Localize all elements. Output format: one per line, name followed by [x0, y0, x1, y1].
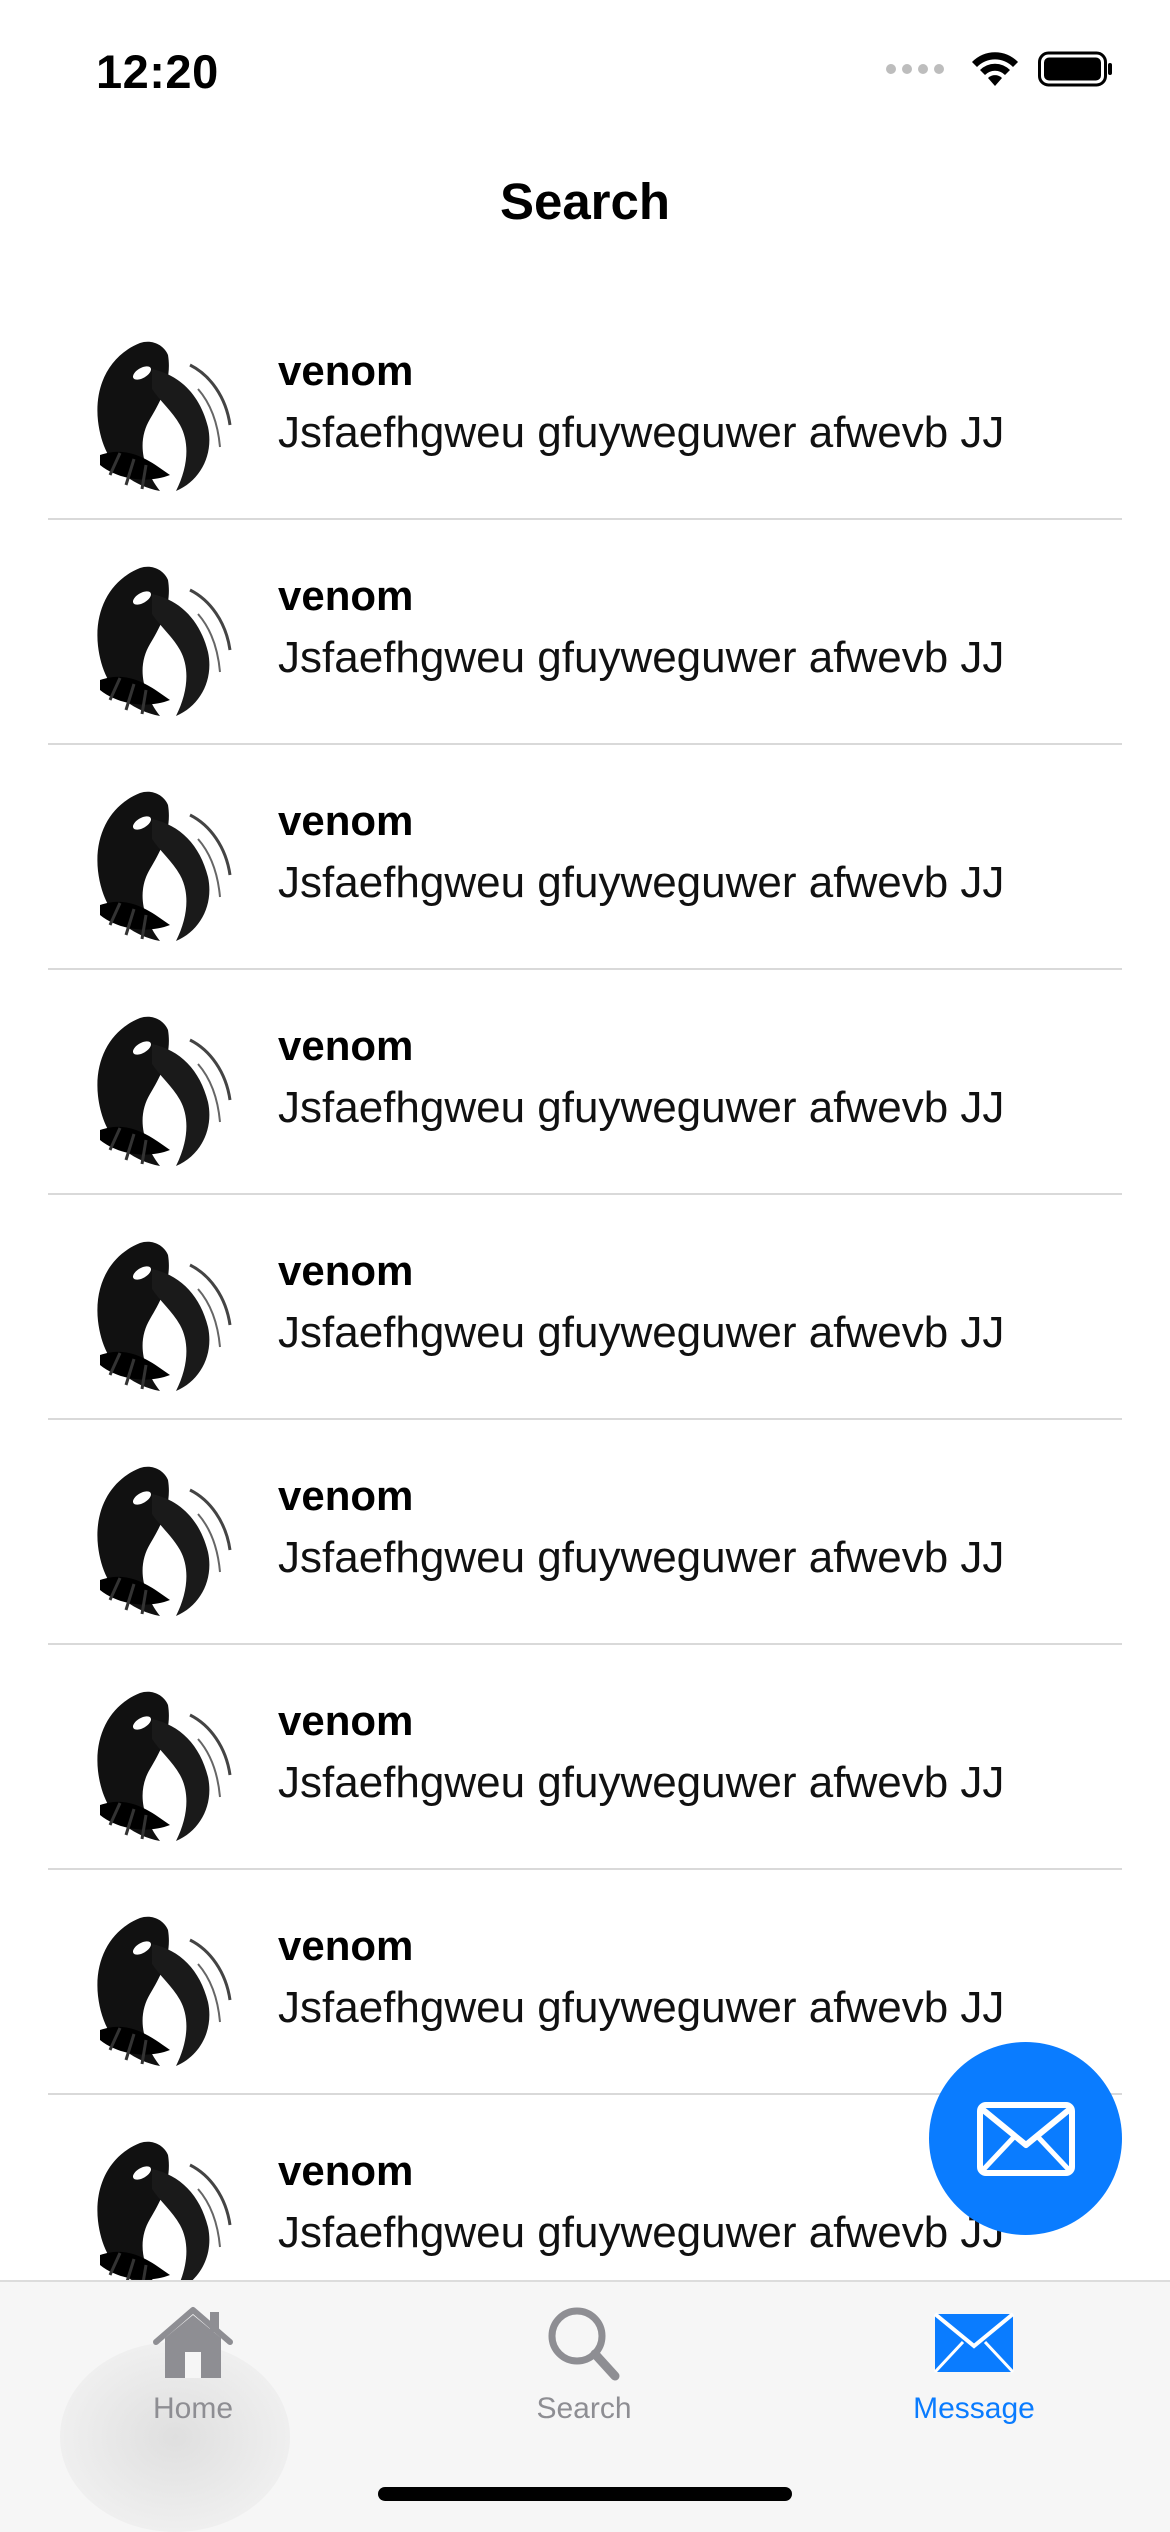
- home-indicator: [378, 2487, 792, 2501]
- avatar: [80, 1685, 240, 1845]
- tab-label: Home: [152, 2392, 234, 2425]
- avatar: [80, 1235, 240, 1395]
- cellular-signal-icon: [886, 64, 944, 74]
- contact-name: venom: [278, 1922, 414, 1969]
- magnifier-icon: [548, 2307, 620, 2381]
- contact-name: venom: [278, 1247, 414, 1294]
- status-icons: [886, 50, 1114, 88]
- avatar: [80, 785, 240, 945]
- tab-message[interactable]: Message: [844, 2302, 1104, 2442]
- wifi-icon: [972, 52, 1018, 86]
- message-preview: Jsfaefhgweu gfuyweguwer afwevb JJ: [278, 2208, 1005, 2257]
- contact-name: venom: [278, 2147, 414, 2194]
- avatar: [80, 560, 240, 720]
- avatar: [80, 1910, 240, 2070]
- message-preview: Jsfaefhgweu gfuyweguwer afwevb JJ: [278, 408, 1005, 457]
- compose-message-button[interactable]: [929, 2042, 1122, 2235]
- list-item[interactable]: venom Jsfaefhgweu gfuyweguwer afwevb JJ: [0, 520, 1170, 745]
- contact-name: venom: [278, 1697, 414, 1744]
- battery-icon: [1038, 51, 1112, 87]
- contact-name: venom: [278, 1022, 414, 1069]
- avatar: [80, 1010, 240, 1170]
- list-item[interactable]: venom Jsfaefhgweu gfuyweguwer afwevb JJ: [0, 1420, 1170, 1645]
- house-icon: [153, 2307, 233, 2378]
- list-item[interactable]: venom Jsfaefhgweu gfuyweguwer afwevb JJ: [0, 295, 1170, 520]
- tab-label: Search: [536, 2392, 632, 2425]
- status-bar: 12:20: [0, 0, 1170, 140]
- message-preview: Jsfaefhgweu gfuyweguwer afwevb JJ: [278, 1983, 1005, 2032]
- avatar: [80, 1460, 240, 1620]
- list-item[interactable]: venom Jsfaefhgweu gfuyweguwer afwevb JJ: [0, 1645, 1170, 1870]
- message-preview: Jsfaefhgweu gfuyweguwer afwevb JJ: [278, 1308, 1005, 1357]
- envelope-icon: [976, 2101, 1075, 2176]
- contact-name: venom: [278, 347, 414, 394]
- contact-name: venom: [278, 1472, 414, 1519]
- tab-search[interactable]: Search: [454, 2302, 714, 2442]
- list-item[interactable]: venom Jsfaefhgweu gfuyweguwer afwevb JJ: [0, 745, 1170, 970]
- tab-home[interactable]: Home: [63, 2302, 323, 2442]
- avatar: [80, 335, 240, 495]
- contact-name: venom: [278, 797, 414, 844]
- message-list[interactable]: venom Jsfaefhgweu gfuyweguwer afwevb JJ …: [0, 295, 1170, 2280]
- status-time: 12:20: [96, 45, 219, 98]
- message-preview: Jsfaefhgweu gfuyweguwer afwevb JJ: [278, 633, 1005, 682]
- message-preview: Jsfaefhgweu gfuyweguwer afwevb JJ: [278, 1758, 1005, 1807]
- message-preview: Jsfaefhgweu gfuyweguwer afwevb JJ: [278, 1083, 1005, 1132]
- message-preview: Jsfaefhgweu gfuyweguwer afwevb JJ: [278, 1533, 1005, 1582]
- list-item[interactable]: venom Jsfaefhgweu gfuyweguwer afwevb JJ: [0, 1195, 1170, 1420]
- page-title: Search: [499, 173, 671, 230]
- tab-label: Message: [913, 2392, 1035, 2425]
- list-item[interactable]: venom Jsfaefhgweu gfuyweguwer afwevb JJ: [0, 970, 1170, 1195]
- contact-name: venom: [278, 572, 414, 619]
- avatar: [80, 2135, 240, 2280]
- screen: 12:20 Search venom Jsfaefhgweu gfuyweguw…: [0, 0, 1170, 2532]
- message-preview: Jsfaefhgweu gfuyweguwer afwevb JJ: [278, 858, 1005, 907]
- envelope-icon: [933, 2312, 1015, 2374]
